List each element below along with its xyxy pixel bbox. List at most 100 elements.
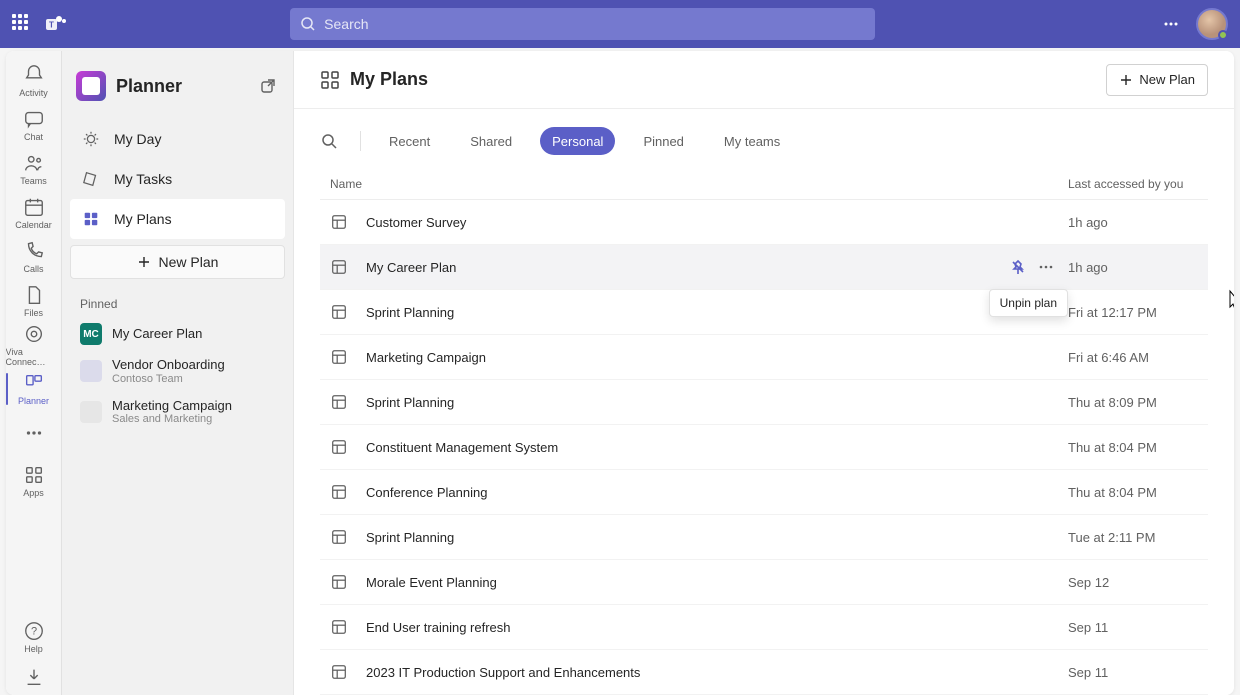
rail-item-planner[interactable]: Planner — [6, 367, 62, 411]
app-name: Planner — [116, 76, 182, 97]
table-row[interactable]: Customer Survey1h ago — [320, 200, 1208, 245]
nav-my-tasks[interactable]: My Tasks — [70, 159, 285, 199]
rail-item-more[interactable] — [6, 411, 62, 455]
plan-name: Sprint Planning — [366, 530, 1068, 545]
plus-icon — [137, 255, 151, 269]
table-row[interactable]: End User training refreshSep 11 — [320, 605, 1208, 650]
plan-badge-icon: MC — [80, 323, 102, 345]
rail-item-calendar[interactable]: Calendar — [6, 191, 62, 235]
plan-last-accessed: Fri at 6:46 AM — [1068, 350, 1198, 365]
pinned-plan-item[interactable]: Marketing Campaign Sales and Marketing — [70, 392, 285, 433]
plan-name: Marketing Campaign — [366, 350, 1068, 365]
plan-last-accessed: Sep 11 — [1068, 665, 1198, 680]
rail-item-viva[interactable]: Viva Connec… — [6, 323, 62, 367]
search-icon — [300, 16, 316, 32]
plan-name: Customer Survey — [366, 215, 1068, 230]
pinned-plan-subtitle: Sales and Marketing — [112, 413, 232, 426]
nav-label: My Tasks — [114, 171, 172, 187]
plan-last-accessed: Tue at 2:11 PM — [1068, 530, 1198, 545]
table-row[interactable]: 2023 IT Production Support and Enhanceme… — [320, 650, 1208, 695]
teams-logo-icon[interactable]: T — [44, 12, 68, 36]
plan-icon — [330, 483, 348, 501]
plus-icon — [1119, 73, 1133, 87]
plan-last-accessed: 1h ago — [1068, 215, 1198, 230]
plan-name: End User training refresh — [366, 620, 1068, 635]
tab-my-teams[interactable]: My teams — [712, 127, 792, 155]
pinned-section-label: Pinned — [70, 293, 285, 317]
rail-item-help[interactable]: ? Help — [6, 615, 62, 659]
plan-last-accessed: Fri at 12:17 PM — [1068, 305, 1198, 320]
plan-icon — [330, 618, 348, 636]
plan-last-accessed: Thu at 8:04 PM — [1068, 485, 1198, 500]
plan-icon — [330, 258, 348, 276]
new-plan-button[interactable]: New Plan — [70, 245, 285, 279]
pinned-plan-item[interactable]: MC My Career Plan — [70, 317, 285, 351]
rail-item-apps[interactable]: Apps — [6, 459, 62, 503]
svg-text:?: ? — [30, 626, 36, 638]
plan-icon — [330, 348, 348, 366]
table-header: Name Last accessed by you — [320, 169, 1208, 200]
pinned-plan-item[interactable]: Vendor Onboarding Contoso Team — [70, 351, 285, 392]
app-rail: Activity Chat Teams Calendar Calls Files… — [6, 51, 62, 695]
plan-badge-icon — [80, 401, 102, 423]
nav-my-plans[interactable]: My Plans — [70, 199, 285, 239]
rail-item-download[interactable] — [6, 659, 62, 695]
table-row[interactable]: Morale Event PlanningSep 12 — [320, 560, 1208, 605]
more-icon[interactable] — [1038, 259, 1054, 275]
plan-name: Morale Event Planning — [366, 575, 1068, 590]
plan-icon — [330, 573, 348, 591]
presence-indicator — [1218, 30, 1228, 40]
tab-shared[interactable]: Shared — [458, 127, 524, 155]
plan-name: Sprint Planning — [366, 305, 1068, 320]
user-avatar[interactable] — [1196, 8, 1228, 40]
plan-icon — [330, 663, 348, 681]
plan-name: My Career Plan — [366, 260, 1010, 275]
table-row[interactable]: Sprint PlanningThu at 8:09 PM — [320, 380, 1208, 425]
plan-icon — [330, 528, 348, 546]
top-bar: T — [0, 0, 1240, 48]
filter-search-icon[interactable] — [320, 132, 338, 150]
plan-name: Conference Planning — [366, 485, 1068, 500]
page-title: My Plans — [320, 69, 428, 90]
plan-last-accessed: Thu at 8:09 PM — [1068, 395, 1198, 410]
app-launcher-icon[interactable] — [12, 14, 32, 34]
header-new-plan-button[interactable]: New Plan — [1106, 64, 1208, 96]
table-row[interactable]: Sprint PlanningTue at 2:11 PM — [320, 515, 1208, 560]
plan-icon — [330, 213, 348, 231]
plan-last-accessed: Sep 11 — [1068, 620, 1198, 635]
table-row[interactable]: Marketing CampaignFri at 6:46 AM — [320, 335, 1208, 380]
table-row[interactable]: Constituent Management SystemThu at 8:04… — [320, 425, 1208, 470]
tab-pinned[interactable]: Pinned — [631, 127, 695, 155]
more-icon[interactable] — [1162, 15, 1180, 33]
plan-badge-icon — [80, 360, 102, 382]
search-input[interactable] — [324, 16, 865, 32]
plan-last-accessed: Thu at 8:04 PM — [1068, 440, 1198, 455]
popout-icon[interactable] — [259, 77, 277, 95]
search-box[interactable] — [290, 8, 875, 40]
table-row[interactable]: Conference PlanningThu at 8:04 PM — [320, 470, 1208, 515]
rail-item-chat[interactable]: Chat — [6, 103, 62, 147]
table-row[interactable]: My Career Plan 1h agoUnpin plan — [320, 245, 1208, 290]
plan-last-accessed: Sep 12 — [1068, 575, 1198, 590]
plan-icon — [330, 438, 348, 456]
tab-recent[interactable]: Recent — [377, 127, 442, 155]
pinned-plan-subtitle: Contoso Team — [112, 373, 225, 386]
table-row[interactable]: Sprint PlanningFri at 12:17 PM — [320, 290, 1208, 335]
rail-item-teams[interactable]: Teams — [6, 147, 62, 191]
planner-logo-icon — [76, 71, 106, 101]
tab-personal[interactable]: Personal — [540, 127, 615, 155]
rail-item-files[interactable]: Files — [6, 279, 62, 323]
col-name-header: Name — [330, 177, 1068, 191]
unpin-icon[interactable] — [1010, 259, 1026, 275]
nav-my-day[interactable]: My Day — [70, 119, 285, 159]
grid-icon — [320, 70, 340, 90]
main-pane: My Plans New Plan Recent Shared Personal… — [294, 51, 1234, 695]
plan-name: 2023 IT Production Support and Enhanceme… — [366, 665, 1068, 680]
plan-name: Constituent Management System — [366, 440, 1068, 455]
rail-item-calls[interactable]: Calls — [6, 235, 62, 279]
nav-label: My Day — [114, 131, 161, 147]
plan-last-accessed: 1h ago — [1068, 260, 1198, 275]
rail-item-activity[interactable]: Activity — [6, 59, 62, 103]
tooltip: Unpin plan — [989, 289, 1068, 317]
nav-label: My Plans — [114, 211, 172, 227]
